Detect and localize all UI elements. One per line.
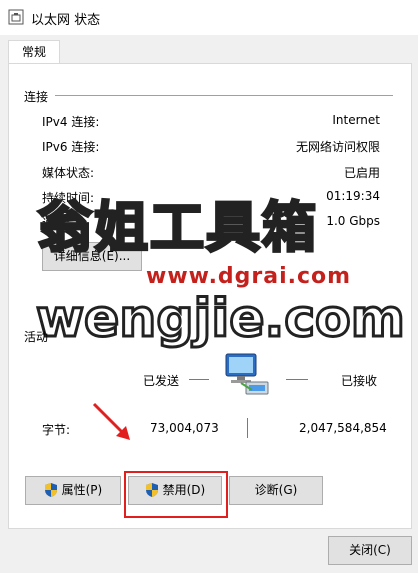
- ethernet-icon: [8, 9, 24, 25]
- received-label: 已接收: [341, 374, 378, 388]
- speed-value: 1.0 Gbps: [326, 214, 380, 228]
- highlight-box: [124, 471, 228, 518]
- red-arrow-icon: [90, 400, 136, 446]
- ipv6-value: 无网络访问权限: [295, 140, 380, 154]
- title-bar: 以太网 状态: [0, 0, 418, 35]
- received-line: [286, 379, 308, 380]
- watermark-brand: wengjie.com: [35, 288, 407, 351]
- tab-general[interactable]: 常规: [8, 40, 60, 65]
- bytes-received-value: 2,047,584,854: [299, 421, 387, 435]
- ipv4-label: IPv4 连接:: [42, 115, 100, 129]
- media-state-value: 已启用: [343, 166, 380, 180]
- bytes-sent-value: 73,004,073: [150, 421, 219, 435]
- sent-line: [189, 379, 209, 380]
- section-divider: [55, 95, 393, 96]
- media-state-label: 媒体状态:: [42, 166, 95, 180]
- sent-label: 已发送: [143, 374, 180, 388]
- diagnose-button[interactable]: 诊断(G): [229, 476, 323, 505]
- watermark-url: www.dgrai.com: [146, 264, 352, 289]
- activity-section-label: 活动: [24, 330, 49, 344]
- network-computers-icon: [222, 352, 272, 398]
- properties-label: 属性(P): [61, 483, 103, 497]
- close-button[interactable]: 关闭(C): [328, 536, 412, 565]
- window-title: 以太网 状态: [31, 13, 101, 28]
- ipv6-label: IPv6 连接:: [42, 140, 100, 154]
- ipv4-value: Internet: [332, 113, 380, 127]
- bytes-label: 字节:: [42, 423, 71, 437]
- watermark-brand-chinese: 翁姐工具箱: [37, 195, 318, 261]
- connection-section-label: 连接: [24, 90, 49, 104]
- shield-icon: [44, 483, 62, 497]
- bytes-divider: [247, 418, 248, 438]
- duration-value: 01:19:34: [326, 189, 380, 203]
- properties-button[interactable]: 属性(P): [25, 476, 121, 505]
